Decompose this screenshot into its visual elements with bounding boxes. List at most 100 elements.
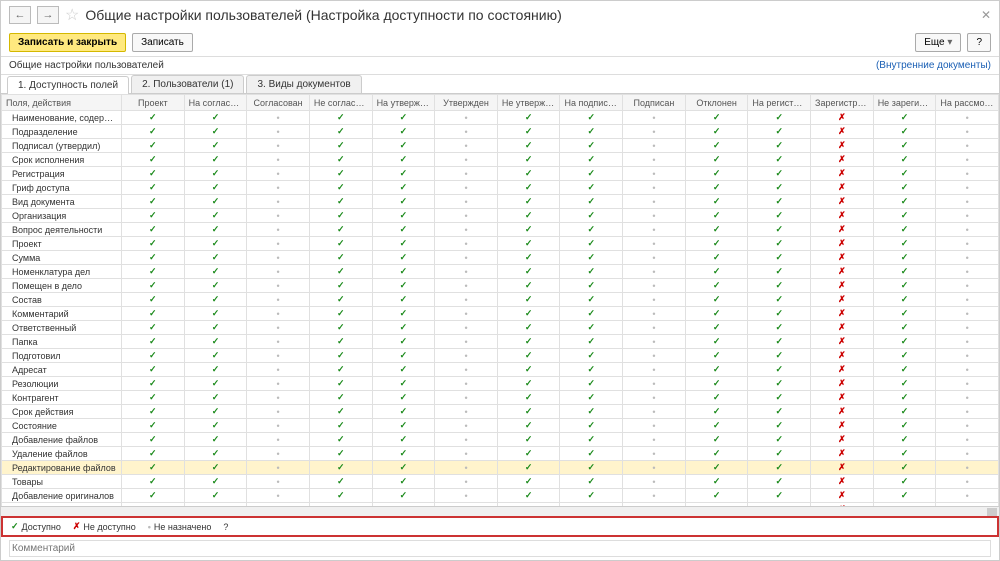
cell[interactable]: ✓ xyxy=(873,181,936,195)
table-row[interactable]: Комментарий✓✓•✓✓•✓✓•✓✓✗✓• xyxy=(2,307,999,321)
cell[interactable]: • xyxy=(247,279,310,293)
cell[interactable]: ✓ xyxy=(748,307,811,321)
cell[interactable]: ✓ xyxy=(122,125,185,139)
cell[interactable]: ✓ xyxy=(748,209,811,223)
cell[interactable]: • xyxy=(623,139,686,153)
cell[interactable]: ✓ xyxy=(685,321,748,335)
table-row[interactable]: Адресат✓✓•✓✓•✓✓•✓✓✗✓• xyxy=(2,363,999,377)
cell[interactable]: ✗ xyxy=(811,195,874,209)
cell[interactable]: ✓ xyxy=(685,209,748,223)
cell[interactable]: ✓ xyxy=(184,447,247,461)
cell[interactable]: ✓ xyxy=(560,195,623,209)
cell[interactable]: ✓ xyxy=(372,111,435,125)
cell[interactable]: ✓ xyxy=(560,321,623,335)
cell[interactable]: • xyxy=(936,419,999,433)
cell[interactable]: • xyxy=(623,349,686,363)
cell[interactable]: • xyxy=(247,405,310,419)
cell[interactable]: ✓ xyxy=(748,237,811,251)
cell[interactable]: • xyxy=(623,489,686,503)
cell[interactable]: • xyxy=(623,391,686,405)
cell[interactable]: • xyxy=(936,391,999,405)
cell[interactable]: ✗ xyxy=(811,363,874,377)
cell[interactable]: • xyxy=(247,111,310,125)
cell[interactable]: ✓ xyxy=(873,265,936,279)
cell[interactable]: ✓ xyxy=(560,307,623,321)
cell[interactable]: ✓ xyxy=(873,349,936,363)
cell[interactable]: • xyxy=(435,223,498,237)
cell[interactable]: ✗ xyxy=(811,377,874,391)
cell[interactable]: ✓ xyxy=(309,125,372,139)
cell[interactable]: ✓ xyxy=(560,447,623,461)
cell[interactable]: ✓ xyxy=(748,181,811,195)
cell[interactable]: ✓ xyxy=(184,461,247,475)
cell[interactable]: ✓ xyxy=(372,251,435,265)
cell[interactable]: ✓ xyxy=(122,433,185,447)
cell[interactable]: ✓ xyxy=(685,139,748,153)
table-row[interactable]: Регистрация✓✓•✓✓•✓✓•✓✓✗✓• xyxy=(2,167,999,181)
cell[interactable]: ✓ xyxy=(873,139,936,153)
cell[interactable]: • xyxy=(435,279,498,293)
cell[interactable]: • xyxy=(936,153,999,167)
cell[interactable]: ✗ xyxy=(811,181,874,195)
comment-input[interactable] xyxy=(9,540,991,557)
cell[interactable]: ✓ xyxy=(184,251,247,265)
cell[interactable]: ✓ xyxy=(372,209,435,223)
cell[interactable]: • xyxy=(247,433,310,447)
cell[interactable]: ✓ xyxy=(372,139,435,153)
cell[interactable]: ✓ xyxy=(122,307,185,321)
cell[interactable]: ✓ xyxy=(122,349,185,363)
cell[interactable]: • xyxy=(623,307,686,321)
cell[interactable]: ✓ xyxy=(122,181,185,195)
cell[interactable]: ✓ xyxy=(685,251,748,265)
cell[interactable]: ✓ xyxy=(372,433,435,447)
cell[interactable]: ✓ xyxy=(184,321,247,335)
cell[interactable]: ✗ xyxy=(811,405,874,419)
cell[interactable]: • xyxy=(247,251,310,265)
cell[interactable]: • xyxy=(936,251,999,265)
cell[interactable]: ✓ xyxy=(873,293,936,307)
cell[interactable]: • xyxy=(247,321,310,335)
cell[interactable]: ✓ xyxy=(184,293,247,307)
cell[interactable]: ✓ xyxy=(184,223,247,237)
cell[interactable]: • xyxy=(936,181,999,195)
cell[interactable]: ✓ xyxy=(122,167,185,181)
cell[interactable]: ✓ xyxy=(309,237,372,251)
cell[interactable]: ✗ xyxy=(811,167,874,181)
cell[interactable]: ✓ xyxy=(122,223,185,237)
cell[interactable]: ✓ xyxy=(497,111,560,125)
cell[interactable]: • xyxy=(247,209,310,223)
cell[interactable]: ✓ xyxy=(497,405,560,419)
cell[interactable]: • xyxy=(623,181,686,195)
cell[interactable]: • xyxy=(936,307,999,321)
table-row[interactable]: Ответственный✓✓•✓✓•✓✓•✓✓✗✓• xyxy=(2,321,999,335)
cell[interactable]: ✓ xyxy=(372,377,435,391)
cell[interactable]: ✓ xyxy=(184,209,247,223)
table-row[interactable]: Состояние✓✓•✓✓•✓✓•✓✓✗✓• xyxy=(2,419,999,433)
cell[interactable]: ✓ xyxy=(122,209,185,223)
cell[interactable]: • xyxy=(623,251,686,265)
cell[interactable]: ✓ xyxy=(497,223,560,237)
cell[interactable]: ✓ xyxy=(309,433,372,447)
cell[interactable]: ✗ xyxy=(811,307,874,321)
cell[interactable]: • xyxy=(936,321,999,335)
cell[interactable]: ✗ xyxy=(811,251,874,265)
cell[interactable]: ✓ xyxy=(560,181,623,195)
table-row[interactable]: Вид документа✓✓•✓✓•✓✓•✓✓✗✓• xyxy=(2,195,999,209)
cell[interactable]: ✓ xyxy=(372,167,435,181)
cell[interactable]: ✗ xyxy=(811,209,874,223)
cell[interactable]: ✗ xyxy=(811,279,874,293)
cell[interactable]: • xyxy=(435,405,498,419)
cell[interactable]: ✓ xyxy=(372,153,435,167)
cell[interactable]: ✓ xyxy=(748,349,811,363)
table-row[interactable]: Наименование, содержание✓✓•✓✓•✓✓•✓✓✗✓• xyxy=(2,111,999,125)
cell[interactable]: ✓ xyxy=(122,237,185,251)
cell[interactable]: ✓ xyxy=(748,139,811,153)
col-header[interactable]: Не согласован xyxy=(309,95,372,111)
cell[interactable]: ✓ xyxy=(122,195,185,209)
table-row[interactable]: Подразделение✓✓•✓✓•✓✓•✓✓✗✓• xyxy=(2,125,999,139)
table-row[interactable]: Удаление файлов✓✓•✓✓•✓✓•✓✓✗✓• xyxy=(2,447,999,461)
cell[interactable]: ✓ xyxy=(309,349,372,363)
cell[interactable]: ✓ xyxy=(873,321,936,335)
cell[interactable]: ✓ xyxy=(309,461,372,475)
cell[interactable]: ✓ xyxy=(873,433,936,447)
